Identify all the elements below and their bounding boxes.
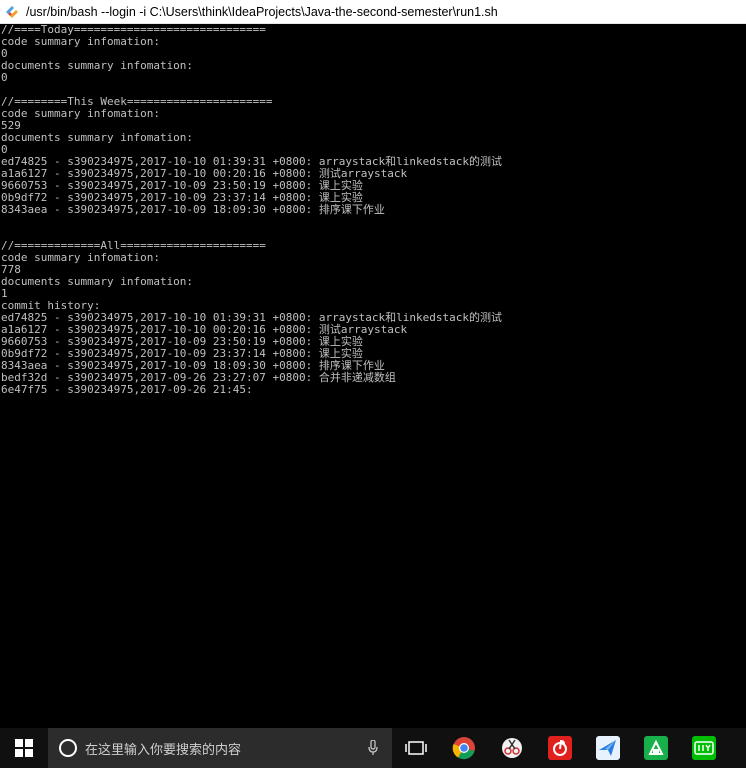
cortana-icon [59,739,77,757]
microphone-icon[interactable] [368,740,378,756]
console-line: documents summary infomation: [1,131,194,144]
netease-music-button[interactable] [536,728,584,768]
feishu-bird-icon [596,736,620,760]
console-line: 1 [1,287,8,300]
green-app-button[interactable] [632,728,680,768]
green-app-icon [644,736,668,760]
title-bar[interactable]: /usr/bin/bash --login -i C:\Users\think\… [0,0,746,24]
console-line: 6e47f75 - s390234975,2017-09-26 21:45: [1,383,253,396]
iqiyi-button[interactable] [680,728,728,768]
netease-music-icon [548,736,572,760]
console-line: code summary infomation: [1,251,160,264]
taskbar-search-box[interactable]: 在这里输入你要搜索的内容 [48,728,392,768]
chrome-icon [452,737,475,760]
chrome-button[interactable] [440,728,488,768]
console-line: documents summary infomation: [1,275,194,288]
snipping-tool-button[interactable] [488,728,536,768]
task-view-icon [405,741,427,755]
terminal-window: /usr/bin/bash --login -i C:\Users\think\… [0,0,746,728]
console-lines: //====Today=============================… [0,24,746,396]
console-line: documents summary infomation: [1,59,194,72]
task-view-button[interactable] [392,728,440,768]
terminal-output[interactable]: //====Today=============================… [0,24,746,728]
iqiyi-icon [692,736,716,760]
start-button[interactable] [0,728,48,768]
mintty-icon [4,4,20,20]
console-line: 0 [1,71,8,84]
console-line: 8343aea - s390234975,2017-10-09 18:09:30… [1,203,385,216]
feishu-button[interactable] [584,728,632,768]
console-line: code summary infomation: [1,107,160,120]
search-placeholder: 在这里输入你要搜索的内容 [85,742,242,758]
scissors-app-icon [502,738,522,758]
window-title: /usr/bin/bash --login -i C:\Users\think\… [26,4,498,19]
console-line: code summary infomation: [1,35,160,48]
windows-logo-icon [15,739,33,757]
taskbar: 在这里输入你要搜索的内容 [0,728,746,768]
